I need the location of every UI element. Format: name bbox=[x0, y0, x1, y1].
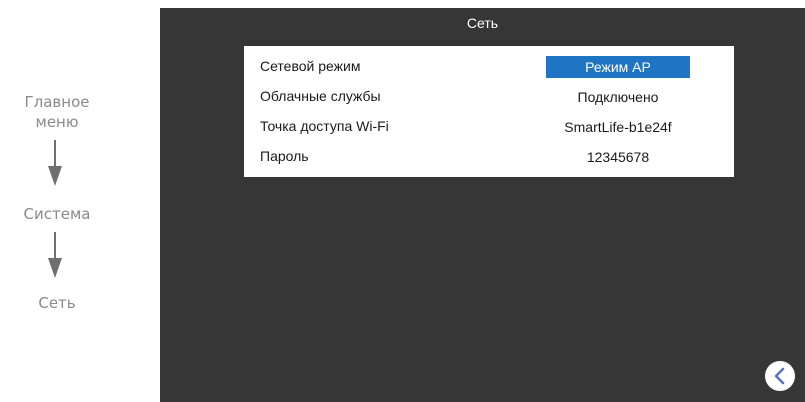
setting-row-wifi-hotspot[interactable]: Точка доступа Wi-Fi SmartLife-b1e24f bbox=[244, 114, 734, 140]
cloud-services-value[interactable]: Подключено bbox=[546, 86, 690, 108]
navigation-path: Главное меню Система Сеть bbox=[0, 0, 160, 402]
setting-row-password[interactable]: Пароль 12345678 bbox=[244, 144, 734, 170]
arrow-down-icon bbox=[48, 232, 62, 278]
arrow-down-icon bbox=[48, 140, 62, 186]
chevron-left-icon bbox=[774, 367, 785, 385]
setting-label: Облачные службы bbox=[260, 88, 381, 104]
network-settings-panel: Сетевой режим Режим AP Облачные службы П… bbox=[244, 46, 734, 177]
path-step-main-menu: Главное меню bbox=[24, 93, 90, 131]
setting-label: Пароль bbox=[260, 148, 309, 164]
setting-row-cloud-services[interactable]: Облачные службы Подключено bbox=[244, 84, 734, 110]
network-mode-value[interactable]: Режим AP bbox=[546, 56, 690, 78]
setting-row-network-mode[interactable]: Сетевой режим Режим AP bbox=[244, 54, 734, 80]
wifi-hotspot-value[interactable]: SmartLife-b1e24f bbox=[546, 116, 690, 138]
setting-label: Точка доступа Wi-Fi bbox=[260, 118, 389, 134]
path-step-network: Сеть bbox=[38, 294, 76, 312]
screen-title: Сеть bbox=[466, 15, 499, 31]
back-button[interactable] bbox=[765, 361, 795, 391]
password-value[interactable]: 12345678 bbox=[546, 146, 690, 168]
setting-label: Сетевой режим bbox=[260, 58, 361, 74]
path-step-system: Система bbox=[23, 205, 91, 223]
device-screen: Сеть Сетевой режим Режим AP Облачные слу… bbox=[160, 8, 805, 402]
